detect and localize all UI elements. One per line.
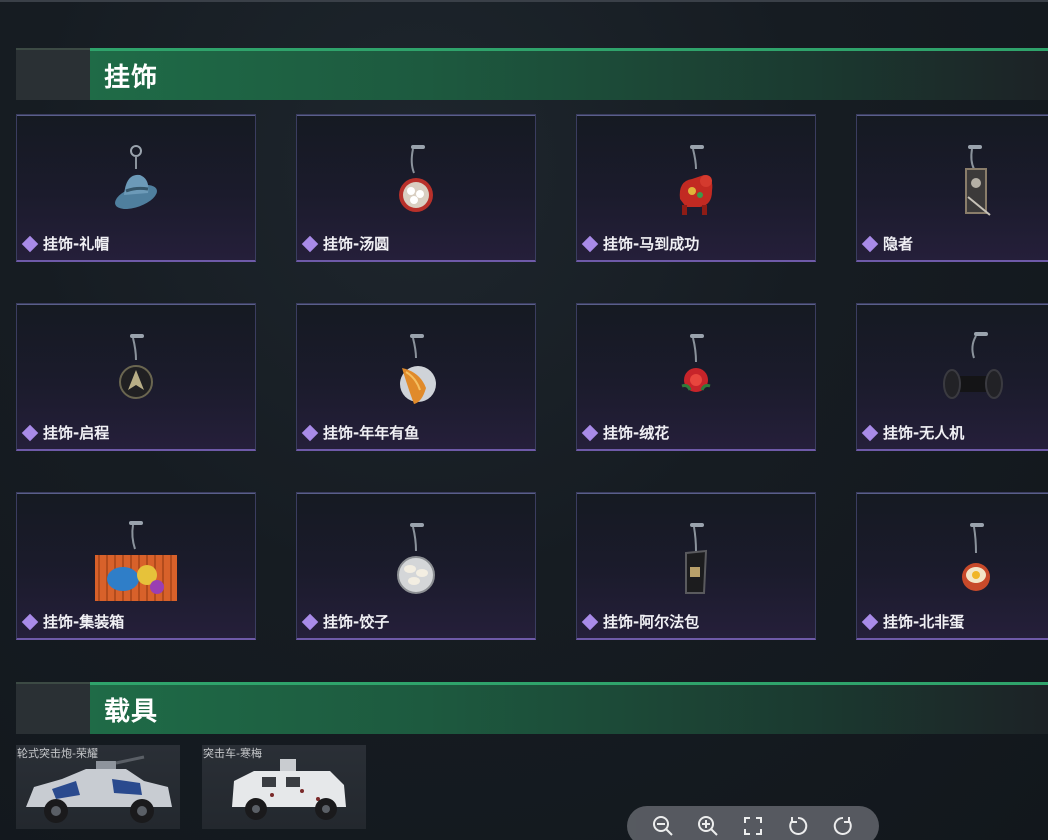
rarity-icon [301, 613, 319, 630]
flower-charm-icon [681, 334, 711, 392]
rarity-icon [581, 235, 599, 252]
vehicle-card-plum[interactable]: 突击车-寒梅 [202, 745, 366, 829]
vehicles-section-title: 载具 [104, 697, 159, 727]
charm-card-alpha-bag[interactable]: 挂饰-阿尔法包 [576, 492, 816, 640]
alpha-bag-charm-icon [685, 523, 708, 594]
zoom-out-icon[interactable] [650, 813, 676, 839]
fullscreen-icon[interactable] [740, 813, 766, 839]
charm-card-horse[interactable]: 挂饰-马到成功 [576, 114, 816, 262]
charm-label-row: 挂饰-饺子 [301, 611, 390, 632]
vehicle-card-glory[interactable]: 轮式突击炮-荣耀 [16, 745, 180, 829]
rarity-icon [581, 424, 599, 441]
hat-charm-icon [115, 145, 157, 210]
charm-name: 挂饰-启程 [43, 424, 110, 442]
charm-card-fish[interactable]: 挂饰-年年有鱼 [296, 303, 536, 451]
vehicle-label: 轮式突击炮-荣耀 [17, 747, 98, 760]
charm-name: 挂饰-饺子 [323, 613, 390, 631]
hermit-charm-icon [965, 145, 991, 216]
charm-label-row: 挂饰-汤圆 [301, 233, 390, 254]
fish-charm-icon [400, 334, 436, 404]
header-stub [16, 682, 90, 734]
charm-label-row: 挂饰-礼帽 [21, 233, 110, 254]
charm-card-drone[interactable]: 挂饰-无人机 [856, 303, 1048, 451]
vehicles-section-header: 载具 [16, 682, 1048, 734]
charm-label-row: 隐者 [861, 233, 914, 254]
rarity-icon [301, 424, 319, 441]
charm-card-hermit[interactable]: 隐者 [856, 114, 1048, 262]
charm-name: 挂饰-无人机 [883, 424, 965, 442]
charm-name: 挂饰-礼帽 [43, 235, 110, 253]
rarity-icon [861, 235, 879, 252]
charm-name: 挂饰-汤圆 [323, 235, 390, 253]
charm-name: 挂饰-北非蛋 [883, 613, 965, 631]
zoom-in-icon[interactable] [695, 813, 721, 839]
rarity-icon [861, 424, 879, 441]
rarity-icon [21, 235, 39, 252]
charm-label-row: 挂饰-集装箱 [21, 611, 125, 632]
charm-name: 挂饰-集装箱 [43, 613, 125, 631]
charms-section-title: 挂饰 [104, 63, 159, 93]
rarity-icon [301, 235, 319, 252]
charm-label-row: 挂饰-年年有鱼 [301, 422, 420, 443]
charm-label-row: 挂饰-北非蛋 [861, 611, 965, 632]
charm-name: 隐者 [883, 235, 914, 253]
charm-card-shakshuka[interactable]: 挂饰-北非蛋 [856, 492, 1048, 640]
charm-card-container[interactable]: 挂饰-集装箱 [16, 492, 256, 640]
charm-card-tangyuan[interactable]: 挂饰-汤圆 [296, 114, 536, 262]
charm-name: 挂饰-马到成功 [603, 235, 700, 253]
rotate-left-icon[interactable] [785, 813, 811, 839]
charm-name: 挂饰-阿尔法包 [603, 613, 700, 631]
compass-charm-icon [119, 334, 153, 399]
drone-charm-icon [943, 332, 1003, 399]
charm-card-hat[interactable]: 挂饰-礼帽 [16, 114, 256, 262]
charm-label-row: 挂饰-无人机 [861, 422, 965, 443]
charm-label-row: 挂饰-启程 [21, 422, 110, 443]
shakshuka-charm-icon [962, 523, 990, 591]
charms-section-header: 挂饰 [16, 48, 1048, 100]
charm-card-flower[interactable]: 挂饰-绒花 [576, 303, 816, 451]
charm-name: 挂饰-年年有鱼 [323, 424, 420, 442]
charm-card-compass[interactable]: 挂饰-启程 [16, 303, 256, 451]
top-divider [0, 0, 1048, 2]
dumpling-charm-icon [397, 523, 435, 594]
rarity-icon [21, 613, 39, 630]
rarity-icon [861, 613, 879, 630]
rarity-icon [21, 424, 39, 441]
horse-charm-icon [679, 145, 713, 215]
rotate-right-icon[interactable] [830, 813, 856, 839]
tangyuan-charm-icon [399, 145, 433, 212]
header-stub [16, 48, 90, 100]
header-bar: 挂饰 [90, 48, 1048, 100]
header-bar: 载具 [90, 682, 1048, 734]
rarity-icon [581, 613, 599, 630]
charm-card-dumpling[interactable]: 挂饰-饺子 [296, 492, 536, 640]
charm-label-row: 挂饰-绒花 [581, 422, 670, 443]
charm-label-row: 挂饰-阿尔法包 [581, 611, 700, 632]
charm-name: 挂饰-绒花 [603, 424, 670, 442]
charm-label-row: 挂饰-马到成功 [581, 233, 700, 254]
container-charm-icon [95, 521, 177, 601]
image-viewer-toolbar [627, 806, 879, 840]
vehicle-label: 突击车-寒梅 [203, 747, 262, 760]
